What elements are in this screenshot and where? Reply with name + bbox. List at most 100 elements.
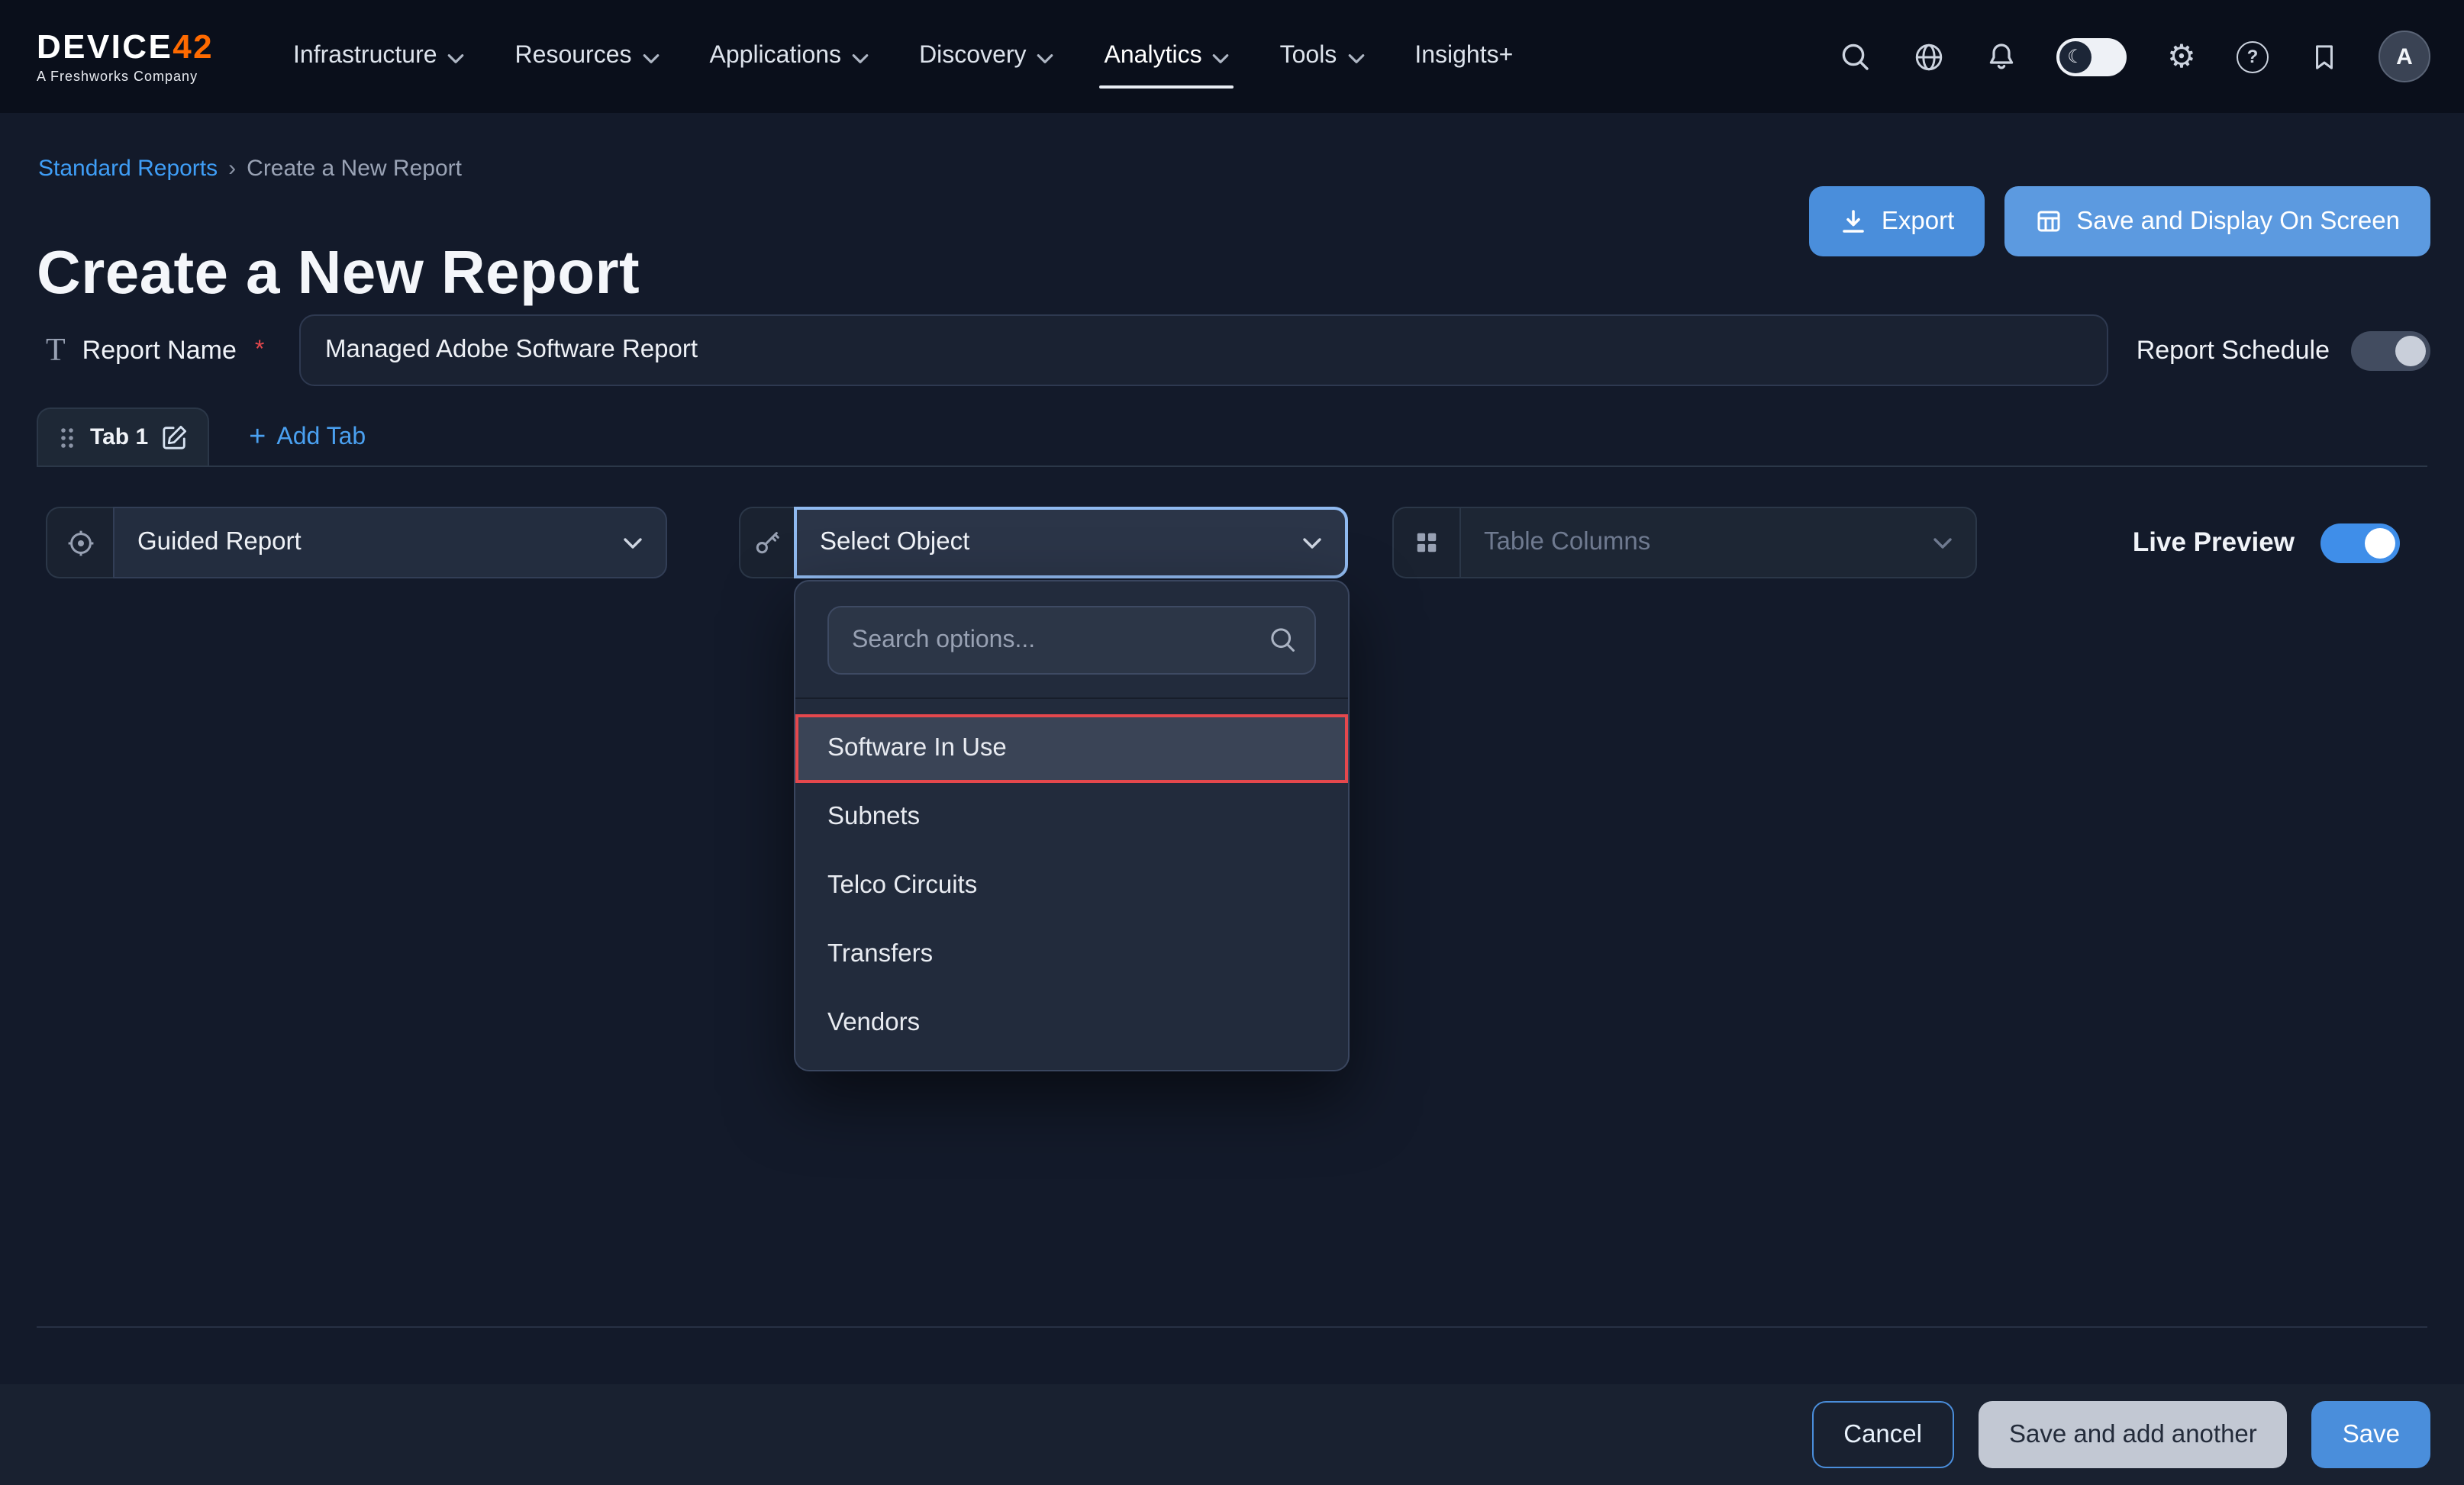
select-object-group: Select Object <box>739 507 1348 578</box>
nav-label: Analytics <box>1105 43 1202 70</box>
page-title: Create a New Report <box>37 240 640 308</box>
chevron-down-icon <box>623 536 643 549</box>
user-avatar[interactable]: A <box>2379 31 2430 82</box>
option-telco-circuits[interactable]: Telco Circuits <box>795 852 1348 920</box>
drag-handle-icon[interactable] <box>58 425 76 449</box>
nav-item-resources[interactable]: Resources <box>515 0 660 113</box>
chevron-down-icon <box>1213 53 1230 63</box>
chevron-down-icon <box>852 53 869 63</box>
live-preview-group: Live Preview <box>2133 507 2400 578</box>
toggle-knob <box>2365 527 2395 558</box>
add-tab-button[interactable]: + Add Tab <box>249 424 366 452</box>
chevron-down-icon <box>643 53 660 63</box>
export-label: Export <box>1882 207 1954 236</box>
target-icon <box>46 507 113 578</box>
table-columns-group: Table Columns <box>1392 507 1977 578</box>
chevron-down-icon <box>448 53 465 63</box>
logo-brand: DEVICE <box>37 27 173 65</box>
moon-icon: ☾ <box>2059 40 2091 72</box>
nav-label: Tools <box>1280 43 1337 70</box>
globe-icon[interactable] <box>1910 38 1946 75</box>
primary-nav: Infrastructure Resources Applications Di… <box>293 0 1513 113</box>
report-type-group: Guided Report <box>46 507 667 578</box>
page: DEVICE42 A Freshworks Company Infrastruc… <box>0 0 2464 1485</box>
device42-logo[interactable]: DEVICE42 A Freshworks Company <box>37 30 253 83</box>
chevron-down-icon <box>1347 53 1364 63</box>
bookmark-icon[interactable] <box>2305 38 2342 75</box>
gear-icon[interactable]: ⚙ <box>2163 38 2200 75</box>
help-icon[interactable]: ? <box>2237 40 2269 72</box>
breadcrumb: Standard Reports › Create a New Report <box>38 156 462 182</box>
report-type-value: Guided Report <box>137 528 302 557</box>
tab-1-label: Tab 1 <box>90 424 148 450</box>
chevron-down-icon <box>1302 536 1322 549</box>
save-and-display-button[interactable]: Save and Display On Screen <box>2004 186 2430 256</box>
toggle-knob <box>2395 335 2426 366</box>
nav-label: Resources <box>515 43 632 70</box>
logo-brand-accent: 42 <box>173 27 214 65</box>
tab-1[interactable]: Tab 1 <box>37 407 209 465</box>
breadcrumb-separator: › <box>228 156 236 182</box>
dropdown-options: Software In Use Subnets Telco Circuits T… <box>795 699 1348 1058</box>
report-name-row: T Report Name * Report Schedule <box>46 314 2430 386</box>
footer-divider <box>37 1326 2427 1328</box>
avatar-initial: A <box>2396 43 2413 69</box>
option-software-in-use[interactable]: Software In Use <box>795 714 1348 783</box>
export-button[interactable]: Export <box>1810 186 1985 256</box>
table-columns-value: Table Columns <box>1484 528 1650 557</box>
nav-label: Discovery <box>919 43 1026 70</box>
option-transfers[interactable]: Transfers <box>795 920 1348 989</box>
topnav-actions: ☾ ⚙ ? A <box>1837 31 2430 82</box>
live-preview-label: Live Preview <box>2133 527 2295 559</box>
nav-label: Insights+ <box>1414 43 1513 70</box>
save-button[interactable]: Save <box>2312 1401 2430 1468</box>
breadcrumb-current: Create a New Report <box>247 156 462 182</box>
save-and-display-label: Save and Display On Screen <box>2076 207 2400 236</box>
select-object-select[interactable]: Select Object <box>794 507 1348 578</box>
option-subnets[interactable]: Subnets <box>795 783 1348 852</box>
report-type-select[interactable]: Guided Report <box>113 507 667 578</box>
save-and-add-another-button[interactable]: Save and add another <box>1979 1401 2288 1468</box>
logo-wordmark: DEVICE42 <box>37 30 253 63</box>
text-type-icon: T <box>46 331 66 369</box>
add-tab-label: Add Tab <box>276 424 366 452</box>
select-object-dropdown: Software In Use Subnets Telco Circuits T… <box>794 580 1350 1071</box>
report-name-label-group: T Report Name * <box>46 331 299 369</box>
logo-tagline: A Freshworks Company <box>37 68 253 83</box>
dropdown-search-input[interactable] <box>827 606 1316 675</box>
report-schedule-group: Report Schedule <box>2137 330 2430 370</box>
key-icon <box>739 507 794 578</box>
nav-item-applications[interactable]: Applications <box>710 0 869 113</box>
columns-icon <box>1392 507 1459 578</box>
nav-item-analytics[interactable]: Analytics <box>1105 0 1230 113</box>
report-schedule-toggle[interactable] <box>2351 330 2430 370</box>
search-icon[interactable] <box>1837 38 1873 75</box>
nav-label: Infrastructure <box>293 43 437 70</box>
download-icon <box>1840 208 1868 235</box>
theme-toggle[interactable]: ☾ <box>2056 37 2127 76</box>
chevron-down-icon <box>1037 53 1054 63</box>
nav-label: Applications <box>710 43 842 70</box>
nav-item-discovery[interactable]: Discovery <box>919 0 1053 113</box>
report-name-input[interactable] <box>299 314 2109 386</box>
select-object-value: Select Object <box>820 528 969 557</box>
required-asterisk: * <box>255 337 264 364</box>
chevron-down-icon <box>1933 536 1953 549</box>
cancel-button[interactable]: Cancel <box>1811 1401 1954 1468</box>
table-columns-select[interactable]: Table Columns <box>1459 507 1977 578</box>
top-navigation-bar: DEVICE42 A Freshworks Company Infrastruc… <box>0 0 2464 113</box>
header-actions: Export Save and Display On Screen <box>1810 186 2430 256</box>
option-vendors[interactable]: Vendors <box>795 989 1348 1058</box>
dropdown-search-section <box>795 581 1348 699</box>
plus-icon: + <box>249 422 266 451</box>
bottom-action-bar: Cancel Save and add another Save <box>0 1384 2464 1485</box>
nav-item-insights[interactable]: Insights+ <box>1414 0 1513 113</box>
report-name-label: Report Name <box>82 335 237 366</box>
nav-item-tools[interactable]: Tools <box>1280 0 1365 113</box>
bell-icon[interactable] <box>1983 38 2020 75</box>
report-builder-row: Guided Report Select Object Table Column… <box>46 507 2430 578</box>
breadcrumb-standard-reports[interactable]: Standard Reports <box>38 156 218 182</box>
edit-tab-icon[interactable] <box>162 424 188 450</box>
nav-item-infrastructure[interactable]: Infrastructure <box>293 0 465 113</box>
live-preview-toggle[interactable] <box>2320 523 2400 562</box>
